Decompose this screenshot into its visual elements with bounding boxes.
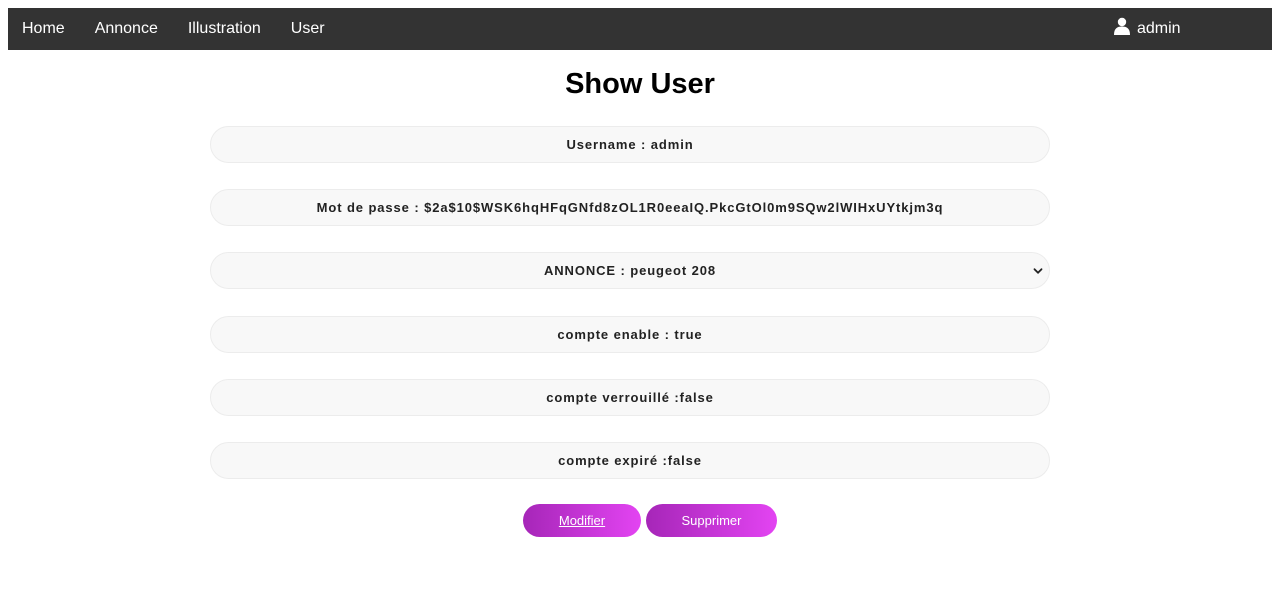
page-title: Show User xyxy=(565,68,715,100)
username-label: Username : xyxy=(566,137,647,152)
nav-user-name: admin xyxy=(1137,20,1181,37)
nav-link-annonce[interactable]: Annonce xyxy=(95,20,158,38)
annonce-selected-value: peugeot 208 xyxy=(630,263,717,278)
password-label: Mot de passe : xyxy=(316,200,420,215)
account-locked-value: false xyxy=(679,390,714,405)
password-field: Mot de passe : $2a$10$WSK6hqHFqGNfd8zOL1… xyxy=(210,189,1050,226)
nav-link-home[interactable]: Home xyxy=(22,20,65,38)
nav-link-illustration[interactable]: Illustration xyxy=(188,20,261,38)
nav-link-user[interactable]: User xyxy=(291,20,325,38)
account-locked-field: compte verrouillé : false xyxy=(210,379,1050,416)
account-expired-value: false xyxy=(667,453,702,468)
account-expired-label: compte expiré : xyxy=(558,453,668,468)
account-enabled-label: compte enable : xyxy=(557,327,670,342)
nav-user-menu[interactable]: admin xyxy=(1114,8,1181,50)
account-expired-field: compte expiré : false xyxy=(210,442,1050,479)
account-enabled-value: true xyxy=(674,327,703,342)
user-icon xyxy=(1114,17,1130,35)
username-value: admin xyxy=(650,137,694,152)
password-value: $2a$10$WSK6hqHFqGNfd8zOL1R0eeaIQ.PkcGtOl… xyxy=(424,200,944,215)
modify-button[interactable]: Modifier xyxy=(523,504,641,537)
account-locked-label: compte verrouillé : xyxy=(546,390,680,405)
chevron-down-icon xyxy=(1033,268,1043,274)
account-enabled-field: compte enable : true xyxy=(210,316,1050,353)
username-field: Username : admin xyxy=(210,126,1050,163)
annonce-select[interactable]: ANNONCE : peugeot 208 xyxy=(210,252,1050,289)
annonce-label: ANNONCE : xyxy=(543,263,626,278)
delete-button[interactable]: Supprimer xyxy=(646,504,777,537)
navbar: Home Annonce Illustration User admin xyxy=(8,8,1272,50)
